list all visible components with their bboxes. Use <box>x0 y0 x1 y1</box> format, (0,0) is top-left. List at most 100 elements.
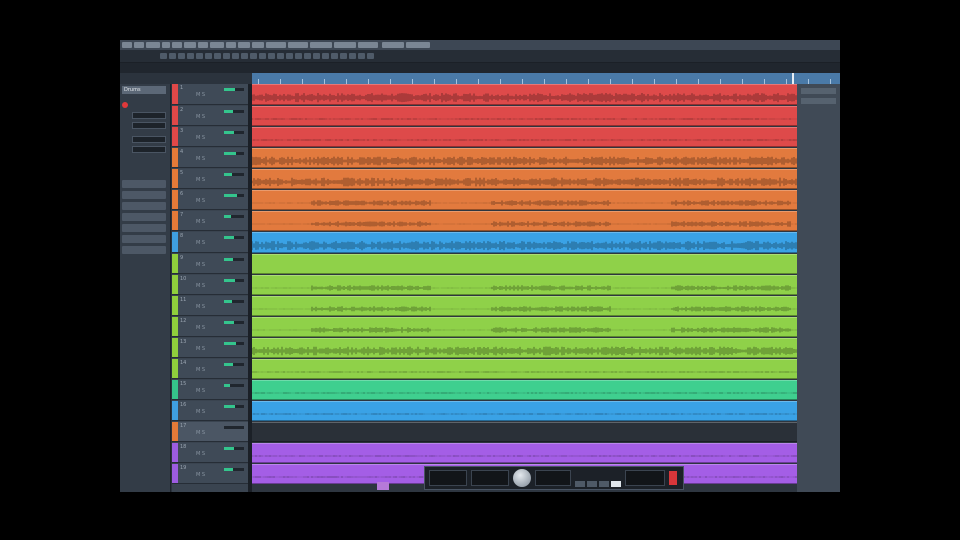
playhead-marker[interactable] <box>792 73 794 84</box>
toolbar-button[interactable] <box>367 53 374 59</box>
track-header[interactable]: 6 M S <box>172 190 248 210</box>
transport-marker-section[interactable] <box>625 470 665 486</box>
menu-item[interactable] <box>334 42 356 48</box>
mute-solo-buttons[interactable]: M S <box>196 135 205 141</box>
jog-wheel[interactable] <box>513 469 531 487</box>
audio-event[interactable] <box>252 190 797 210</box>
track-header[interactable]: 1 M S <box>172 84 248 105</box>
track-header[interactable]: 18 M S <box>172 443 248 463</box>
track-header[interactable]: 4 M S <box>172 148 248 168</box>
toolbar-button[interactable] <box>268 53 275 59</box>
toolbar-button[interactable] <box>223 53 230 59</box>
inspector-section-button[interactable] <box>122 224 166 232</box>
menu-item[interactable] <box>172 42 182 48</box>
track-header[interactable]: 16 M S <box>172 401 248 421</box>
menu-item[interactable] <box>252 42 264 48</box>
event-display[interactable] <box>252 84 797 492</box>
menu-item[interactable] <box>162 42 170 48</box>
toolbar-button[interactable] <box>259 53 266 59</box>
mute-solo-buttons[interactable]: M S <box>196 177 205 183</box>
menu-item[interactable] <box>382 42 404 48</box>
audio-event[interactable] <box>252 296 797 316</box>
menu-item[interactable] <box>134 42 144 48</box>
audio-event[interactable] <box>252 106 797 126</box>
inspector-routing-field[interactable] <box>132 146 166 153</box>
mute-solo-buttons[interactable]: M S <box>196 430 205 436</box>
toolbar-button[interactable] <box>277 53 284 59</box>
track-header[interactable]: 17 M S <box>172 422 248 442</box>
timeline-ruler[interactable] <box>252 73 840 84</box>
track-header[interactable]: 8 M S <box>172 232 248 253</box>
mute-solo-buttons[interactable]: M S <box>196 283 205 289</box>
toolbar-button[interactable] <box>358 53 365 59</box>
toolbar-button[interactable] <box>196 53 203 59</box>
mute-solo-buttons[interactable]: M S <box>196 92 205 98</box>
record-enable-icon[interactable] <box>122 102 128 108</box>
inspector-section-button[interactable] <box>122 235 166 243</box>
right-zone-button[interactable] <box>801 98 836 104</box>
track-header[interactable]: 13 M S <box>172 338 248 358</box>
track-header[interactable]: 2 M S <box>172 106 248 126</box>
inspector-pan-field[interactable] <box>132 122 166 129</box>
mute-solo-buttons[interactable]: M S <box>196 409 205 415</box>
mute-solo-buttons[interactable]: M S <box>196 325 205 331</box>
audio-event[interactable] <box>252 338 797 358</box>
menu-item[interactable] <box>226 42 236 48</box>
mute-solo-buttons[interactable]: M S <box>196 198 205 204</box>
mute-solo-buttons[interactable]: M S <box>196 114 205 120</box>
inspector-delay-field[interactable] <box>132 136 166 143</box>
toolbar-button[interactable] <box>286 53 293 59</box>
toolbar-button[interactable] <box>295 53 302 59</box>
toolbar-button[interactable] <box>304 53 311 59</box>
inspector-section-button[interactable] <box>122 213 166 221</box>
record-button[interactable] <box>669 471 677 485</box>
toolbar-button[interactable] <box>313 53 320 59</box>
audio-event[interactable] <box>252 401 797 421</box>
menu-item[interactable] <box>184 42 196 48</box>
audio-event[interactable] <box>252 148 797 168</box>
audio-event[interactable] <box>252 380 797 400</box>
menu-item[interactable] <box>266 42 286 48</box>
mute-solo-buttons[interactable]: M S <box>196 388 205 394</box>
audio-event[interactable] <box>252 211 797 231</box>
audio-event[interactable] <box>252 275 797 295</box>
menu-item[interactable] <box>288 42 308 48</box>
toolbar-button[interactable] <box>331 53 338 59</box>
audio-event[interactable] <box>252 422 797 442</box>
inspector-section-button[interactable] <box>122 246 166 254</box>
right-zone-button[interactable] <box>801 88 836 94</box>
menu-item[interactable] <box>406 42 430 48</box>
track-header[interactable]: 5 M S <box>172 169 248 189</box>
inspector-section-button[interactable] <box>122 191 166 199</box>
audio-event[interactable] <box>252 232 797 253</box>
menu-item[interactable] <box>358 42 378 48</box>
toolbar-button[interactable] <box>340 53 347 59</box>
forward-button[interactable] <box>587 481 597 487</box>
toolbar-button[interactable] <box>169 53 176 59</box>
toolbar-button[interactable] <box>349 53 356 59</box>
mute-solo-buttons[interactable]: M S <box>196 156 205 162</box>
toolbar-button[interactable] <box>232 53 239 59</box>
mute-solo-buttons[interactable]: M S <box>196 472 205 478</box>
transport-tempo-display[interactable] <box>535 470 571 486</box>
audio-event[interactable] <box>252 84 797 105</box>
inspector-section-button[interactable] <box>122 180 166 188</box>
track-header[interactable]: 9 M S <box>172 254 248 274</box>
track-header[interactable]: 11 M S <box>172 296 248 316</box>
inspector-track-name[interactable]: Drums <box>122 86 166 94</box>
audio-event[interactable] <box>252 317 797 337</box>
mute-solo-buttons[interactable]: M S <box>196 219 205 225</box>
toolbar-button[interactable] <box>241 53 248 59</box>
mute-solo-buttons[interactable]: M S <box>196 304 205 310</box>
audio-event[interactable] <box>252 127 797 147</box>
toolbar-button[interactable] <box>250 53 257 59</box>
menu-item[interactable] <box>238 42 250 48</box>
toolbar-button[interactable] <box>205 53 212 59</box>
track-header[interactable]: 19 M S <box>172 464 248 484</box>
stop-button[interactable] <box>599 481 609 487</box>
audio-event[interactable] <box>252 359 797 379</box>
mute-solo-buttons[interactable]: M S <box>196 346 205 352</box>
toolbar-button[interactable] <box>322 53 329 59</box>
play-button[interactable] <box>611 481 621 487</box>
track-header[interactable]: 7 M S <box>172 211 248 231</box>
